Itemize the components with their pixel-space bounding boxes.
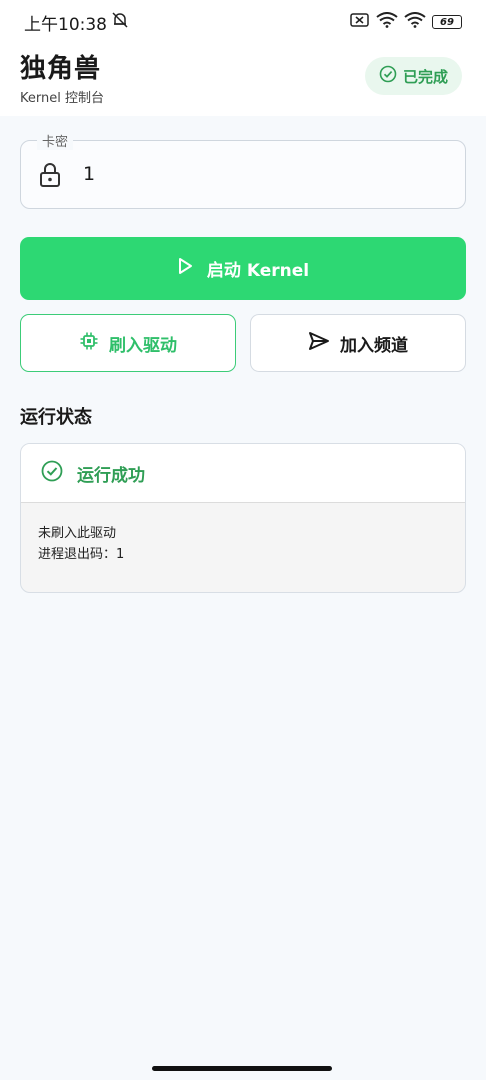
start-kernel-button[interactable]: 启动 Kernel — [20, 237, 466, 300]
check-circle-icon — [41, 460, 63, 487]
section-title-run-status: 运行状态 — [20, 407, 92, 428]
chip-icon — [79, 331, 99, 356]
status-time: 上午10:38 — [24, 14, 107, 35]
card-key-value: 1 — [83, 163, 96, 185]
status-right: 69 — [350, 11, 462, 33]
status-badge: 已完成 — [364, 57, 462, 95]
start-kernel-label: 启动 Kernel — [206, 261, 310, 281]
play-icon — [177, 257, 193, 280]
home-indicator[interactable] — [152, 1066, 332, 1071]
flash-driver-label: 刷入驱动 — [109, 335, 177, 356]
app-header: 独角兽 Kernel 控制台 已完成 — [0, 44, 486, 116]
result-title: 运行成功 — [77, 465, 145, 486]
card-key-label: 卡密 — [37, 131, 74, 150]
send-icon — [308, 331, 330, 356]
join-channel-button[interactable]: 加入频道 — [250, 314, 466, 372]
result-header: 运行成功 — [21, 444, 465, 503]
status-left: 上午10:38 — [24, 10, 129, 35]
join-channel-label: 加入频道 — [340, 335, 408, 356]
status-bar: 上午10:38 69 — [0, 0, 486, 44]
sim-off-icon — [350, 12, 370, 33]
lock-icon — [39, 162, 61, 192]
wifi-icon — [376, 11, 398, 33]
result-log: 未刷入此驱动 进程退出码：1 — [21, 503, 465, 565]
log-line: 未刷入此驱动 — [38, 526, 117, 541]
check-circle-icon — [379, 65, 397, 87]
battery-icon: 69 — [432, 15, 462, 29]
wifi-icon — [404, 11, 426, 33]
flash-driver-button[interactable]: 刷入驱动 — [20, 314, 236, 372]
status-badge-label: 已完成 — [402, 67, 448, 86]
card-key-input[interactable]: 卡密 1 — [20, 131, 466, 209]
result-card: 运行成功 未刷入此驱动 进程退出码：1 — [20, 443, 466, 593]
log-line: 进程退出码：1 — [38, 547, 125, 562]
mute-bell-icon — [111, 11, 129, 34]
